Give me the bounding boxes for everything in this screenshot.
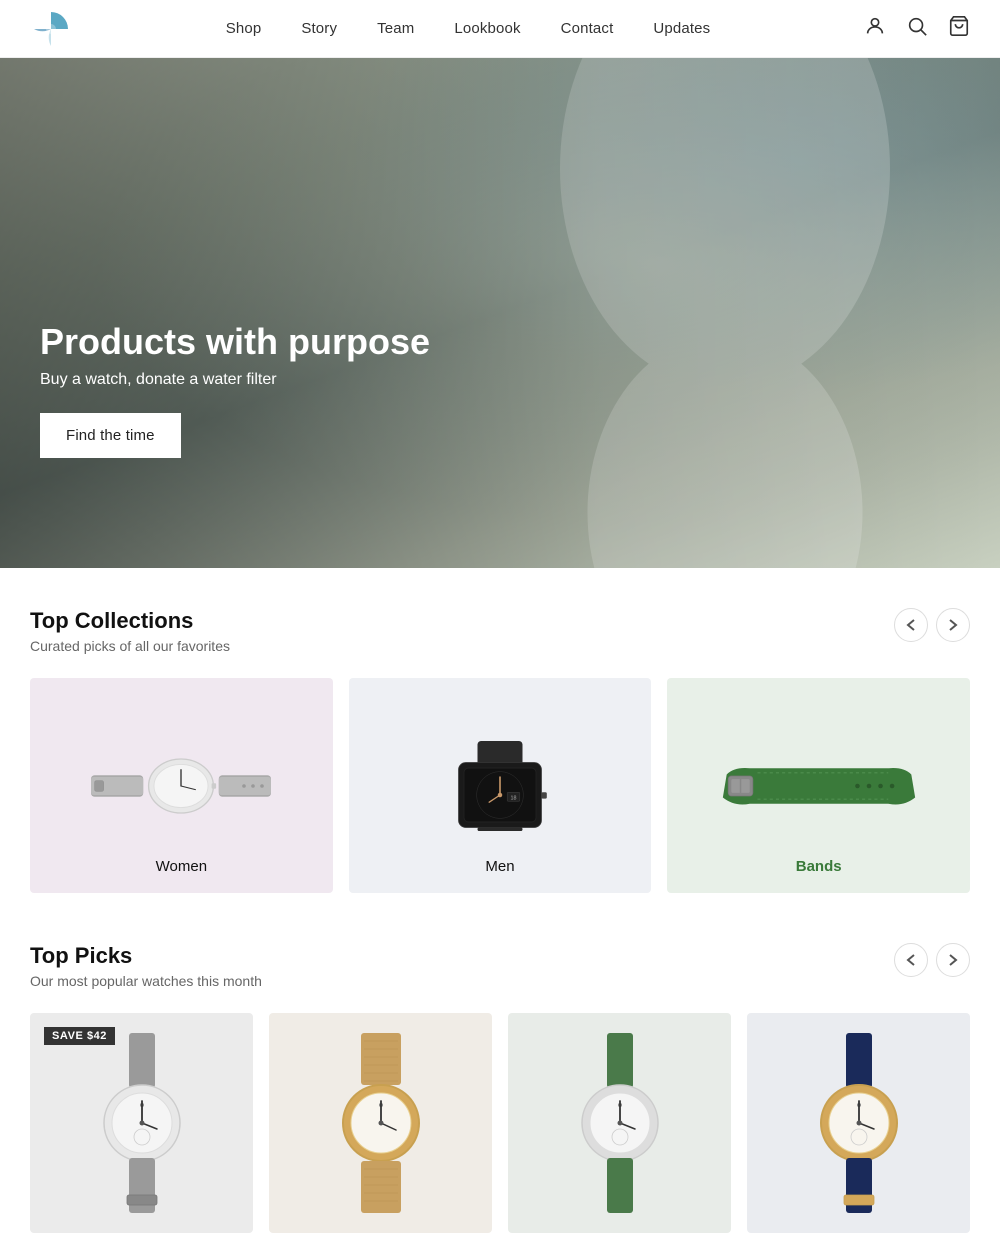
top-picks-section: Top Picks Our most popular watches this … [0,913,1000,1253]
pick-card-4[interactable] [747,1013,970,1233]
pick-card-3[interactable] [508,1013,731,1233]
picks-grid: SAVE $42 [30,1013,970,1233]
nav-icons [864,15,970,42]
svg-text:18: 18 [511,795,517,801]
collections-header-text: Top Collections Curated picks of all our… [30,608,230,654]
save-badge: SAVE $42 [44,1027,115,1045]
collections-prev-button[interactable] [894,608,928,642]
collection-card-men[interactable]: 18 Men [349,678,652,893]
nav-links: Shop Story Team Lookbook Contact Updates [226,20,711,37]
nav-story[interactable]: Story [301,20,337,37]
logo[interactable] [30,8,72,50]
top-collections-section: Top Collections Curated picks of all our… [0,568,1000,913]
collection-card-women[interactable]: Women [30,678,333,893]
picks-next-button[interactable] [936,943,970,977]
pick-card-2[interactable] [269,1013,492,1233]
picks-title: Top Picks [30,943,262,969]
hero-title: Products with purpose [40,321,430,363]
hero-subtitle: Buy a watch, donate a water filter [40,371,430,389]
hero-content: Products with purpose Buy a watch, donat… [40,321,430,458]
picks-carousel-controls [894,943,970,977]
collections-carousel-controls [894,608,970,642]
nav-shop[interactable]: Shop [226,20,262,37]
collection-label-bands: Bands [667,858,970,875]
collections-header: Top Collections Curated picks of all our… [30,608,970,654]
search-icon[interactable] [906,15,928,42]
nav-contact[interactable]: Contact [561,20,614,37]
hero-cta-button[interactable]: Find the time [40,413,181,458]
navbar: Shop Story Team Lookbook Contact Updates [0,0,1000,58]
picks-header: Top Picks Our most popular watches this … [30,943,970,989]
collection-card-bands[interactable]: Bands [667,678,970,893]
nav-updates[interactable]: Updates [653,20,710,37]
collection-label-women: Women [30,858,333,875]
picks-header-text: Top Picks Our most popular watches this … [30,943,262,989]
nav-lookbook[interactable]: Lookbook [454,20,520,37]
picks-prev-button[interactable] [894,943,928,977]
hero-overlay [0,58,1000,568]
nav-team[interactable]: Team [377,20,414,37]
collection-label-men: Men [349,858,652,875]
hero-section: Products with purpose Buy a watch, donat… [0,58,1000,568]
collections-title: Top Collections [30,608,230,634]
collections-subtitle: Curated picks of all our favorites [30,638,230,654]
collections-grid: Women 18 [30,678,970,893]
account-icon[interactable] [864,15,886,42]
pick-card-1[interactable]: SAVE $42 [30,1013,253,1233]
collections-next-button[interactable] [936,608,970,642]
cart-icon[interactable] [948,15,970,42]
picks-subtitle: Our most popular watches this month [30,973,262,989]
